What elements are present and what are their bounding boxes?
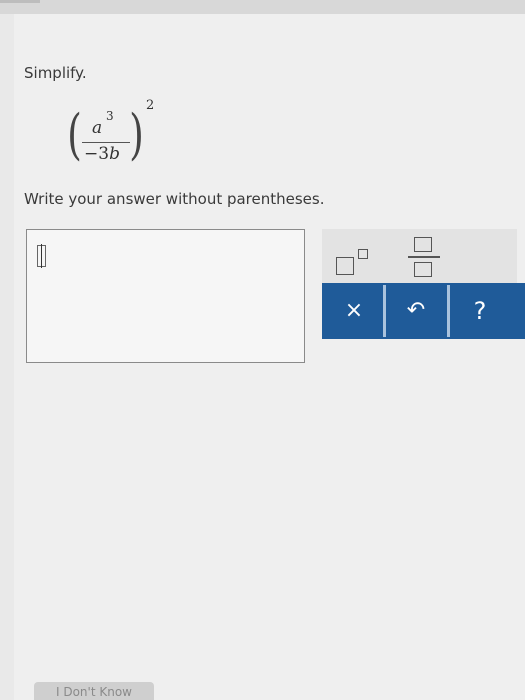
fraction-denominator-box — [414, 262, 432, 277]
undo-button[interactable]: ↶ — [386, 293, 446, 329]
answer-input[interactable] — [26, 229, 305, 363]
denominator-variable: b — [109, 144, 120, 164]
top-strip-line — [0, 0, 40, 3]
dont-know-button[interactable]: I Don't Know — [34, 682, 154, 700]
help-button[interactable]: ? — [450, 293, 510, 329]
denominator-coefficient: 3 — [98, 144, 110, 164]
math-expression: ( a 3 −3b ) 2 — [64, 98, 164, 178]
clear-button[interactable]: × — [324, 293, 384, 329]
left-parenthesis: ( — [67, 103, 82, 166]
numerator-base: a — [92, 118, 103, 138]
question-prompt: Simplify. — [24, 64, 87, 82]
answer-instruction: Write your answer without parentheses. — [24, 190, 325, 208]
superscript-button[interactable] — [330, 237, 382, 277]
fraction-template-bar — [408, 256, 440, 258]
numerator-exponent: 3 — [106, 109, 114, 123]
math-palette: × ↶ ? — [322, 229, 525, 339]
template-row — [322, 229, 517, 283]
action-row: × ↶ ? — [322, 283, 525, 339]
superscript-template-icon — [336, 257, 354, 275]
superscript-exponent-box — [358, 249, 368, 259]
fraction-template-icon — [414, 237, 432, 252]
right-parenthesis: ) — [129, 103, 144, 166]
outer-exponent: 2 — [146, 98, 155, 113]
denominator: −3b — [84, 144, 120, 164]
text-cursor — [37, 244, 46, 268]
fraction-bar — [82, 142, 130, 143]
top-strip — [0, 0, 525, 14]
denominator-sign: − — [84, 144, 99, 164]
fraction-button[interactable] — [402, 233, 446, 281]
